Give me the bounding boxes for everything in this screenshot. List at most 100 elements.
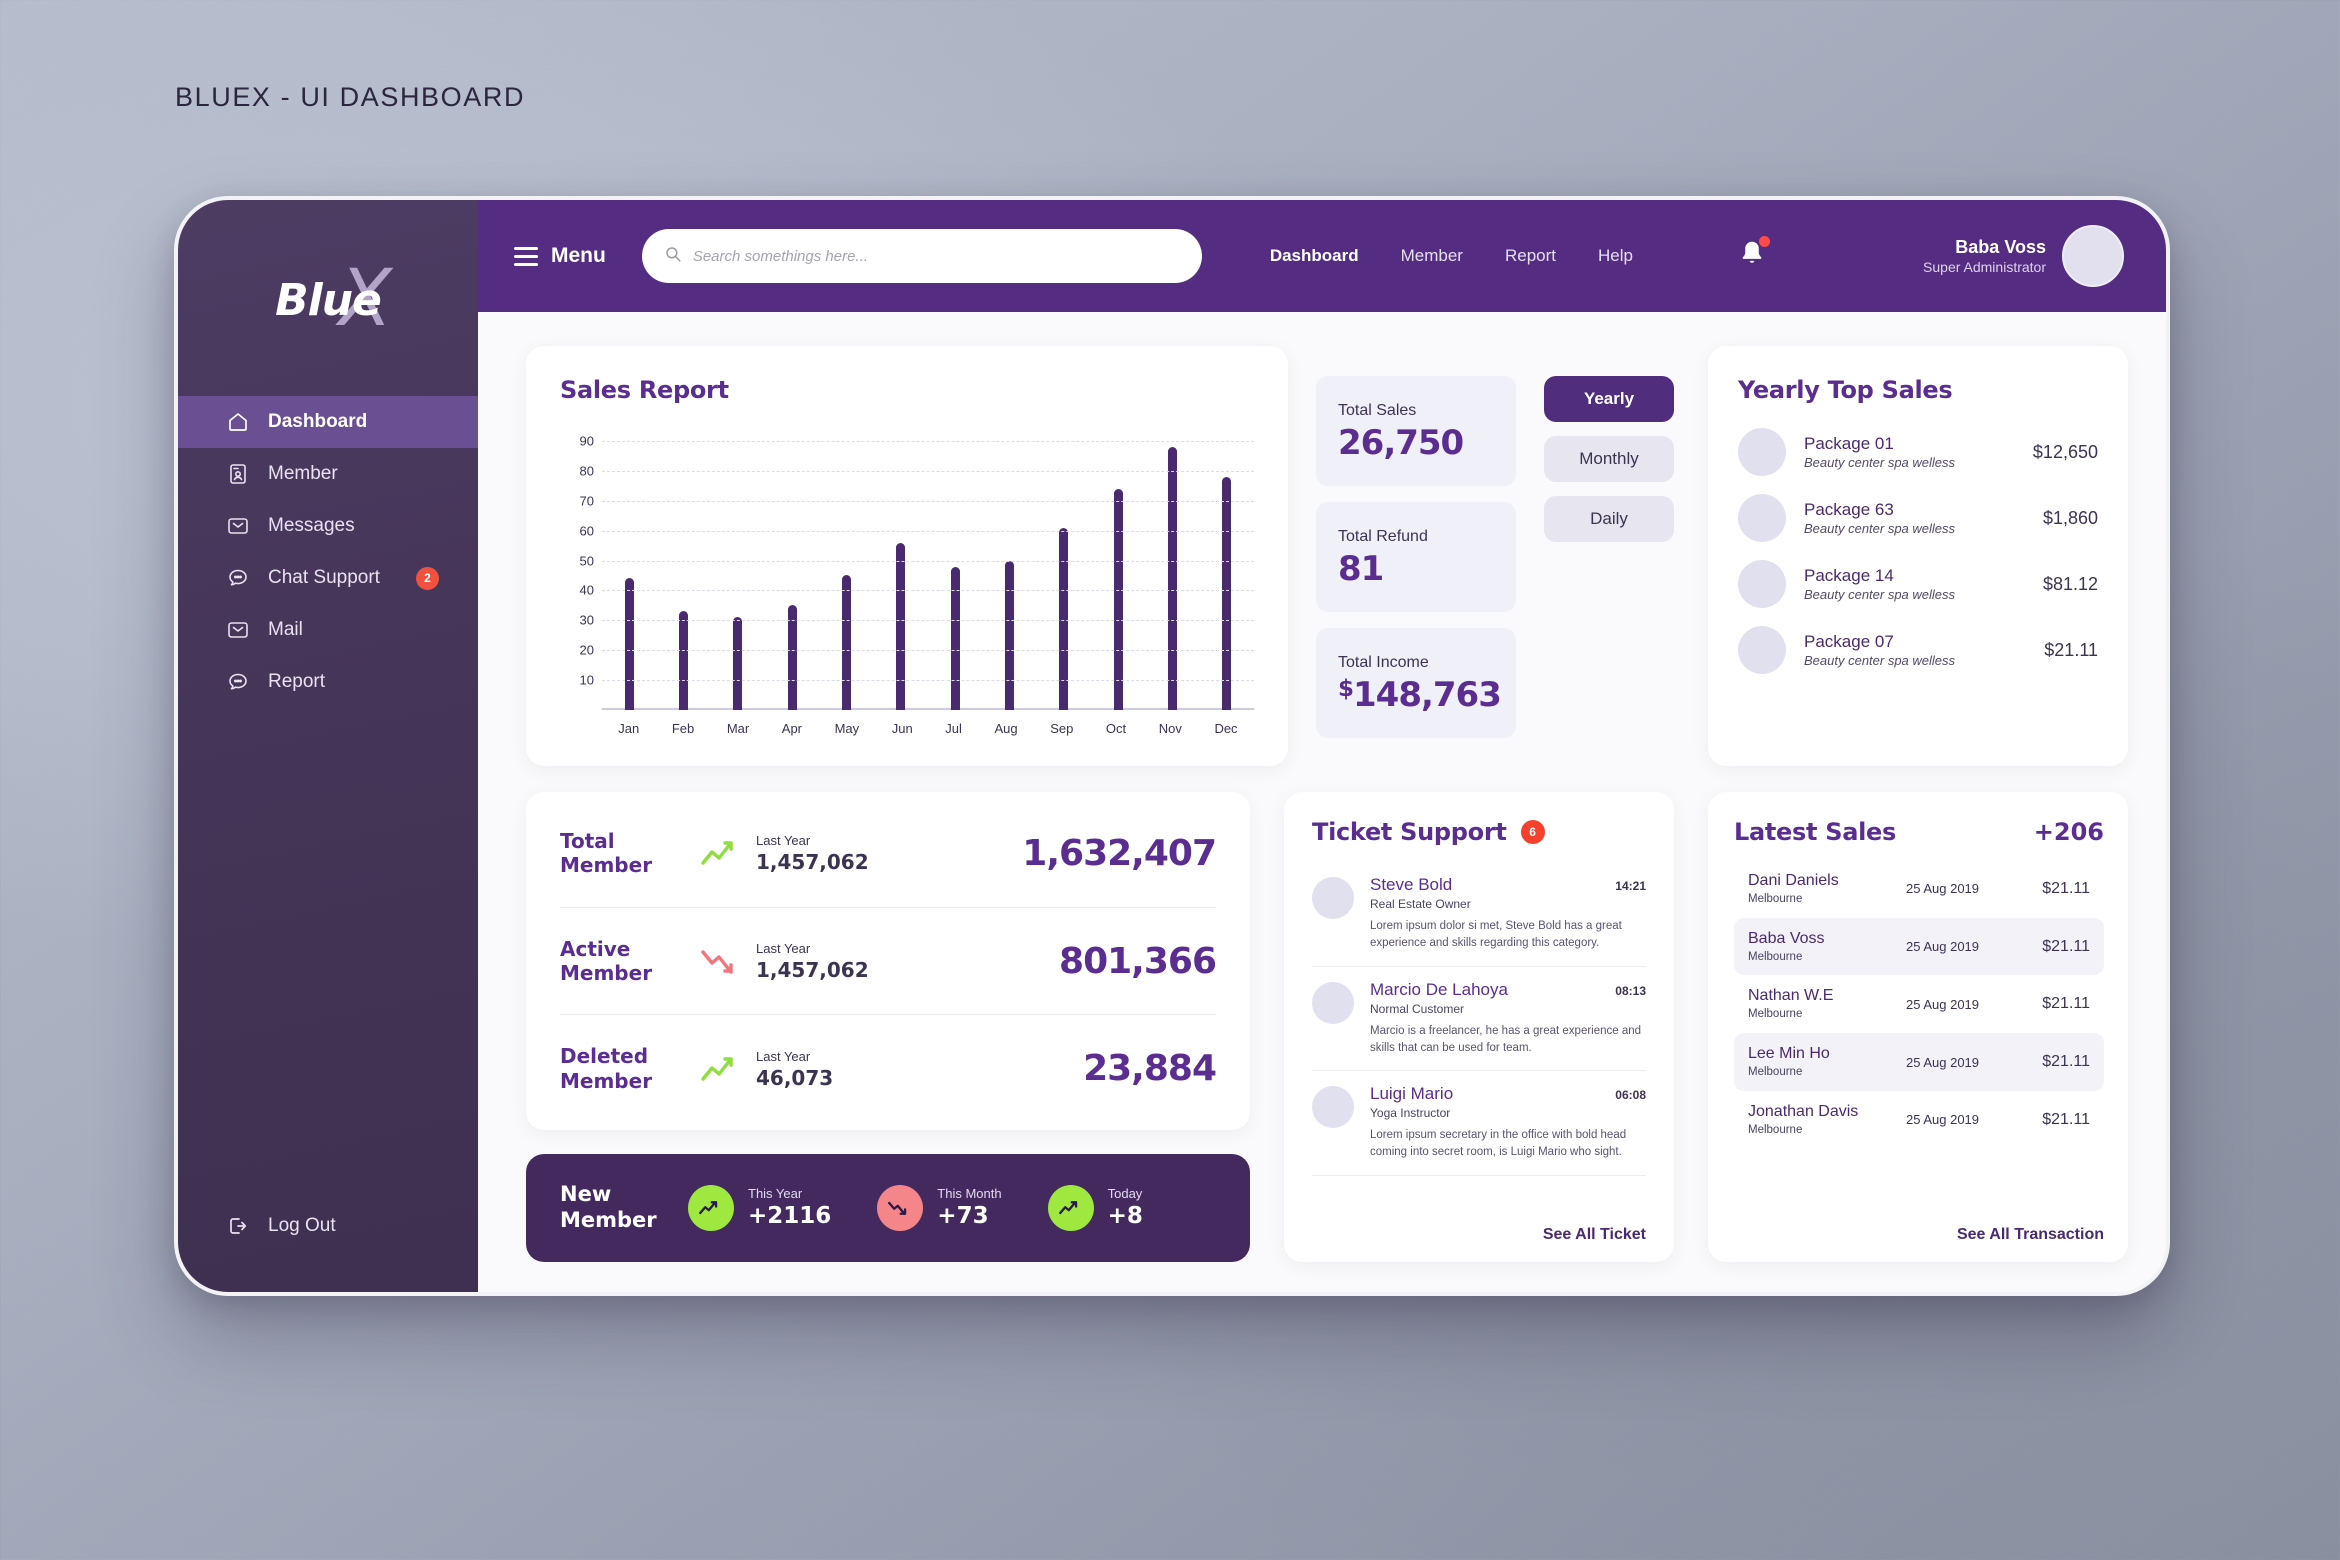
- package-description: Beauty center spa welless: [1804, 586, 1956, 602]
- ticket-author: Steve Bold: [1370, 875, 1453, 894]
- tab-help[interactable]: Help: [1598, 246, 1633, 266]
- chart-gridline: [602, 530, 1254, 532]
- chart-gridline: [602, 590, 1254, 592]
- kpi-label: Total Refund: [1338, 528, 1428, 545]
- chart-x-tick: Mar: [726, 720, 750, 736]
- period-monthly-button[interactable]: Monthly: [1544, 436, 1674, 482]
- member-card-icon: [226, 462, 250, 486]
- package-name: Package 14: [1804, 565, 1894, 585]
- sidebar-item-mail[interactable]: Mail: [178, 604, 478, 656]
- package-amount: $12,650: [2032, 441, 2098, 462]
- new-member-title: New Member: [560, 1182, 657, 1232]
- logo-text: Blue: [275, 274, 382, 326]
- bell-icon: [1737, 241, 1767, 274]
- sidebar-item-chat-support[interactable]: Chat Support 2: [178, 552, 478, 604]
- ticket-row[interactable]: Marcio De Lahoya 08:13 Normal Customer Marc…: [1312, 967, 1646, 1071]
- chart-gridline: [602, 680, 1254, 682]
- list-item[interactable]: Package 63 Beauty center spa welless $1,86…: [1738, 494, 2098, 542]
- main-area: Menu Dashboard Member Report Help: [478, 200, 2166, 1292]
- top-sales-list: Package 01 Beauty center spa welless $12,6…: [1738, 428, 2098, 674]
- page-title: Sales Report: [560, 376, 729, 404]
- list-item[interactable]: Package 01 Beauty center spa welless $12,6…: [1738, 428, 2098, 476]
- customer-city: Melbourne: [1748, 892, 1803, 905]
- chart-gridline: [602, 560, 1254, 562]
- search-bar[interactable]: [641, 229, 1202, 283]
- customer-info: Dani Daniels Melbourne: [1748, 871, 1906, 907]
- ticket-body: Luigi Mario 06:08 Yoga Instructor Lorem ips…: [1370, 1084, 1646, 1162]
- sidebar-item-label: Mail: [268, 619, 303, 640]
- package-amount: $1,860: [2042, 507, 2098, 528]
- avatar: [1312, 877, 1354, 919]
- logout-button[interactable]: Log Out: [178, 1214, 336, 1238]
- kpi-label: Total Sales: [1338, 402, 1417, 419]
- chart-x-axis: Jan Feb Mar Apr May Jun Jul Aug Sep Oct Nov Dec: [602, 714, 1254, 742]
- chart-bar-column: [1222, 426, 1232, 710]
- list-item[interactable]: Package 14 Beauty center spa welless $81.1…: [1738, 560, 2098, 608]
- avatar: [1738, 428, 1786, 476]
- chart-bar: [733, 617, 743, 710]
- yearly-top-sales-title: Yearly Top Sales: [1738, 376, 1953, 404]
- chart-y-tick: 10: [579, 672, 594, 688]
- table-row[interactable]: Lee Min Ho Melbourne 25 Aug 2019 $21.11: [1734, 1033, 2104, 1091]
- member-stat-label: Deleted Member: [560, 1044, 653, 1093]
- row2-left-group: Total Member Last Year 1,457,062 1,632,4…: [526, 792, 1674, 1262]
- poster-footer: Sketch Figma Xd Adobe XD Widescreen UI D…: [0, 1330, 2340, 1560]
- ticket-row[interactable]: Luigi Mario 06:08 Yoga Instructor Lorem ips…: [1312, 1071, 1646, 1176]
- sidebar-item-dashboard[interactable]: Dashboard: [178, 396, 478, 448]
- trend-up-icon: [700, 838, 756, 868]
- profile-menu[interactable]: Baba Voss Super Administrator: [1923, 225, 2124, 287]
- member-stat-row: Deleted Member Last Year 46,073 23,884: [560, 1015, 1217, 1122]
- notifications-button[interactable]: [1737, 235, 1770, 275]
- sidebar-item-member[interactable]: Member: [178, 448, 478, 500]
- chart-gridline: [602, 500, 1254, 502]
- chart-bar: [678, 611, 688, 710]
- mail-icon: [226, 618, 250, 642]
- table-row[interactable]: Nathan W.E Melbourne 25 Aug 2019 $21.11: [1734, 975, 2104, 1033]
- see-all-transaction-link[interactable]: See All Transaction: [1734, 1212, 2104, 1244]
- sales-report-card: Sales Report 90 80 70 60 50 40 30 20 10 Jan Feb Ma…: [526, 346, 1288, 766]
- chart-gridline: [602, 470, 1254, 472]
- member-stat-label: Total Member: [560, 828, 653, 878]
- chart-bar: [1004, 560, 1014, 710]
- chart-x-tick: Jan: [618, 720, 640, 736]
- package-info: Package 01 Beauty center spa welless: [1804, 433, 2015, 472]
- ticket-author-role: Real Estate Owner: [1370, 897, 1471, 911]
- table-row[interactable]: Baba Voss Melbourne 25 Aug 2019 $21.11: [1734, 917, 2104, 976]
- chart-y-tick: 40: [579, 582, 594, 598]
- customer-city: Melbourne: [1748, 1066, 1803, 1078]
- avatar[interactable]: [2062, 225, 2124, 287]
- latest-sales-card: Latest Sales +206 Dani Daniels Melbourne 2…: [1708, 792, 2128, 1262]
- period-daily-button[interactable]: Daily: [1544, 496, 1674, 542]
- search-input[interactable]: [692, 247, 1180, 265]
- ticket-message: Marcio is a freelancer, he has a great e…: [1370, 1024, 1642, 1054]
- see-all-ticket-link[interactable]: See All Ticket: [1312, 1212, 1646, 1244]
- chart-gridline: [602, 650, 1254, 652]
- trend-up-icon: [688, 1185, 734, 1231]
- new-member-this-year: This Year +2116: [688, 1185, 831, 1231]
- sale-amount: $21.11: [2042, 995, 2090, 1013]
- profile-role: Super Administrator: [1923, 258, 2046, 275]
- chart-bar-column: [950, 426, 960, 710]
- yearly-top-sales-card: Yearly Top Sales Package 01 Beauty center…: [1708, 346, 2128, 766]
- period-yearly-button[interactable]: Yearly: [1544, 376, 1674, 422]
- ticket-header: Steve Bold 14:21: [1370, 875, 1646, 895]
- chart-x-tick: Dec: [1214, 720, 1238, 736]
- sidebar-item-report[interactable]: Report: [178, 656, 478, 708]
- kpi-label: Total Income: [1338, 654, 1429, 671]
- list-item[interactable]: Package 07 Beauty center spa welless $21.1…: [1738, 626, 2098, 674]
- chart-bar-column: [841, 426, 851, 710]
- tab-report[interactable]: Report: [1505, 246, 1556, 266]
- chart-x-tick: Sep: [1050, 720, 1074, 736]
- avatar: [1312, 1086, 1354, 1128]
- tab-dashboard[interactable]: Dashboard: [1270, 246, 1359, 266]
- table-row[interactable]: Dani Daniels Melbourne 25 Aug 2019 $21.11: [1734, 860, 2104, 918]
- menu-toggle-button[interactable]: Menu: [514, 244, 606, 268]
- table-row[interactable]: Jonathan Davis Melbourne 25 Aug 2019 $21.11: [1734, 1091, 2104, 1149]
- chart-bar: [841, 575, 851, 710]
- ticket-row[interactable]: Steve Bold 14:21 Real Estate Owner Lorem ip…: [1312, 862, 1646, 967]
- member-stat-label: Active Member: [560, 936, 653, 985]
- tab-member[interactable]: Member: [1401, 246, 1463, 266]
- kpi-value: 81: [1338, 549, 1384, 589]
- sidebar-item-messages[interactable]: Messages: [178, 500, 478, 552]
- notification-dot: [1758, 235, 1770, 247]
